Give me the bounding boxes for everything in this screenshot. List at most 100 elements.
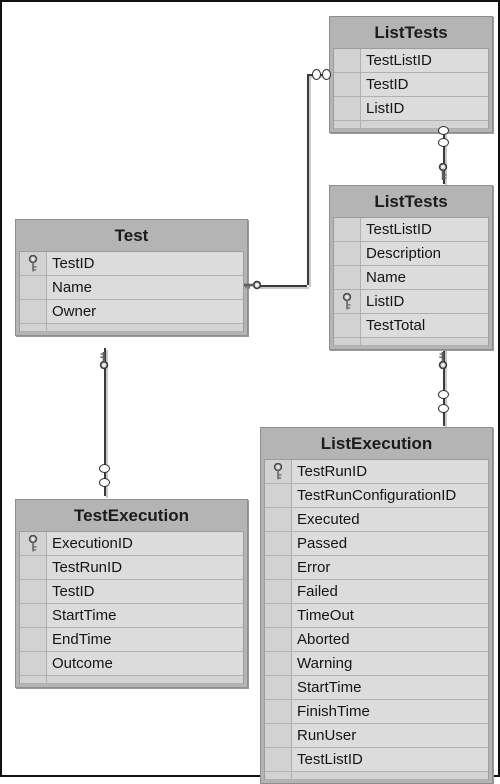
column-name: TestRunConfigurationID [297, 487, 457, 504]
entity-column-row[interactable]: RunUser [265, 724, 488, 748]
column-key-cell [265, 700, 292, 723]
column-key-cell [20, 604, 47, 627]
entity-table-testexecution[interactable]: TestExecution ExecutionID TestRunID TestID S… [15, 499, 248, 688]
relationship-key-marker [98, 351, 110, 370]
column-key-cell [265, 556, 292, 579]
entity-column-row[interactable]: TestRunID [265, 460, 488, 484]
column-name: Name [366, 269, 407, 286]
column-key-cell [265, 484, 292, 507]
column-key-cell [265, 724, 292, 747]
column-name-empty [292, 772, 488, 779]
column-key-cell [334, 338, 361, 345]
column-key-cell [334, 314, 361, 337]
entity-table-listexecution[interactable]: ListExecution TestRunID TestRunConfigurati… [260, 427, 493, 784]
column-key-cell [20, 276, 47, 299]
column-name: Outcome [52, 655, 113, 672]
relationship-line-test-listtests-top [307, 74, 309, 285]
entity-table-listtests-top[interactable]: ListTests TestListID TestID ListID [329, 16, 493, 133]
relationship-key-marker [437, 162, 449, 181]
column-name: Error [297, 559, 331, 576]
entity-column-row[interactable]: StartTime [265, 676, 488, 700]
column-name-empty [361, 121, 488, 128]
column-name: Aborted [297, 631, 350, 648]
entity-column-row[interactable]: TestListID [334, 218, 488, 242]
entity-column-row[interactable]: Aborted [265, 628, 488, 652]
key-icon [27, 254, 39, 273]
column-key-cell [334, 266, 361, 289]
relationship-zero-marker [437, 125, 449, 135]
entity-column-row[interactable]: TestID [334, 73, 488, 97]
entity-column-row[interactable]: Error [265, 556, 488, 580]
entity-column-row-empty [265, 772, 488, 780]
entity-column-row[interactable]: ExecutionID [20, 532, 243, 556]
column-key-cell [20, 556, 47, 579]
entity-column-list: TestListID TestID ListID [333, 48, 489, 129]
entity-column-row[interactable]: TimeOut [265, 604, 488, 628]
entity-table-title: Test [114, 226, 149, 245]
entity-column-list: TestID Name Owner [19, 251, 244, 332]
entity-column-row[interactable]: ListID [334, 97, 488, 121]
relationship-one-marker [437, 403, 449, 413]
column-key-cell [265, 532, 292, 555]
entity-column-row[interactable]: FinishTime [265, 700, 488, 724]
entity-column-row[interactable]: Outcome [20, 652, 243, 676]
column-name: TestListID [366, 221, 432, 238]
column-name-empty [361, 338, 488, 345]
column-name: TestID [366, 76, 409, 93]
entity-column-row[interactable]: TestListID [334, 49, 488, 73]
column-name: TestRunID [297, 463, 368, 480]
column-name: Warning [297, 655, 353, 672]
entity-column-row[interactable]: TestID [20, 580, 243, 604]
entity-column-row[interactable]: Passed [265, 532, 488, 556]
column-name: ListID [366, 100, 405, 117]
entity-column-row[interactable]: EndTime [20, 628, 243, 652]
column-key-cell [334, 121, 361, 128]
relationship-zero-marker [437, 389, 449, 399]
column-key-cell [20, 652, 47, 675]
entity-column-row[interactable]: TestID [20, 252, 243, 276]
entity-column-list: TestListID Description Name ListID TestTotal [333, 217, 489, 346]
column-name: TestTotal [366, 317, 426, 334]
column-key-cell [20, 676, 47, 683]
column-key-cell [265, 604, 292, 627]
column-key-cell [334, 97, 361, 120]
entity-column-row[interactable]: Name [334, 266, 488, 290]
column-key-cell [265, 652, 292, 675]
key-icon [27, 534, 39, 553]
column-key-cell [20, 580, 47, 603]
entity-column-row[interactable]: Owner [20, 300, 243, 324]
entity-table-test[interactable]: Test TestID Name Owner [15, 219, 248, 336]
relationship-zero-marker [98, 463, 110, 473]
entity-column-row[interactable]: ListID [334, 290, 488, 314]
primary-key-icon [265, 460, 292, 483]
entity-column-row[interactable]: Name [20, 276, 243, 300]
column-name: TestRunID [52, 559, 123, 576]
column-key-cell [20, 324, 47, 331]
relationship-one-marker [98, 477, 110, 487]
entity-column-row[interactable]: Description [334, 242, 488, 266]
entity-column-row-empty [20, 676, 243, 684]
entity-table-listtests-main[interactable]: ListTests TestListID Description Name ListID… [329, 185, 493, 350]
column-name: EndTime [52, 631, 112, 648]
column-key-cell [334, 73, 361, 96]
column-key-cell [334, 218, 361, 241]
entity-column-row[interactable]: Warning [265, 652, 488, 676]
column-name: TimeOut [297, 607, 354, 624]
column-name: Owner [52, 303, 97, 320]
relationship-line-test-testexecution-shadow [106, 350, 108, 498]
entity-column-row[interactable]: TestRunID [20, 556, 243, 580]
entity-column-row[interactable]: TestRunConfigurationID [265, 484, 488, 508]
entity-column-list: ExecutionID TestRunID TestID StartTime EndTi… [19, 531, 244, 684]
primary-key-icon [334, 290, 361, 313]
relationship-key-marker [243, 279, 262, 291]
entity-column-row[interactable]: Failed [265, 580, 488, 604]
column-key-cell [334, 49, 361, 72]
entity-table-title: ListTests [374, 23, 448, 42]
entity-column-row[interactable]: StartTime [20, 604, 243, 628]
entity-column-row[interactable]: TestListID [265, 748, 488, 772]
entity-column-row[interactable]: TestTotal [334, 314, 488, 338]
key-icon [272, 462, 284, 481]
entity-column-row[interactable]: Executed [265, 508, 488, 532]
entity-column-row-empty [334, 121, 488, 129]
relationship-one-marker [437, 137, 449, 147]
